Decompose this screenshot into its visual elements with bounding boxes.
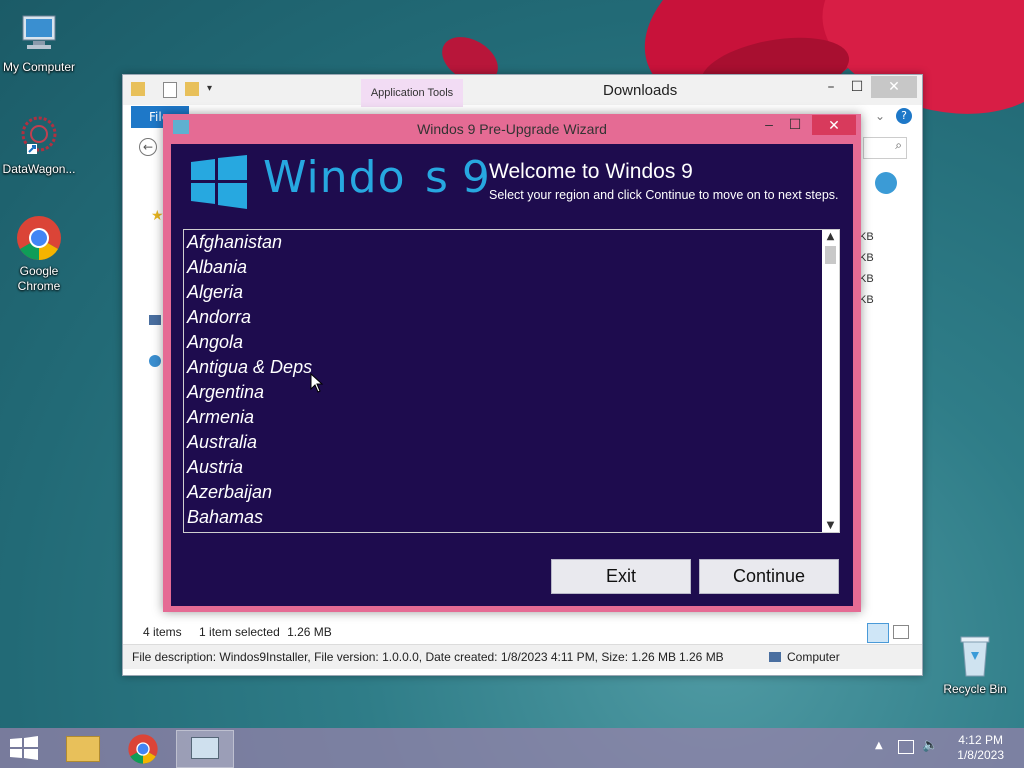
favorites-star-icon: ★ <box>151 208 164 224</box>
installer-icon <box>191 737 219 759</box>
datawagon-icon <box>15 112 63 160</box>
start-button[interactable] <box>10 736 38 763</box>
selection-status: 1 item selected <box>199 625 280 639</box>
status-bar: 4 items 1 item selected 1.26 MB <box>143 625 332 639</box>
region-listbox[interactable]: Afghanistan Albania Algeria Andorra Ango… <box>183 229 840 533</box>
maximize-button[interactable]: ☐ <box>842 76 872 98</box>
taskbar-file-explorer[interactable] <box>54 730 110 766</box>
file-description: File description: Windos9Installer, File… <box>132 650 677 664</box>
explorer-title-bar[interactable]: ▾ Application Tools Downloads – ☐ ✕ <box>123 75 922 107</box>
file-size: KB <box>859 273 874 285</box>
taskbar-clock[interactable]: 4:12 PM 1/8/2023 <box>957 733 1004 763</box>
clock-time: 4:12 PM <box>958 733 1003 747</box>
taskbar-chrome[interactable] <box>115 730 171 766</box>
chrome-icon <box>15 214 63 262</box>
logo-version: s 9 <box>425 152 490 203</box>
network-icon[interactable] <box>898 740 914 754</box>
desktop-icon-label: DataWagon... <box>2 162 76 176</box>
scroll-thumb[interactable] <box>825 246 836 264</box>
clock-date: 1/8/2023 <box>957 748 1004 762</box>
explorer-title: Downloads <box>603 82 678 99</box>
list-item[interactable]: Antigua & Deps <box>184 355 839 380</box>
taskbar-wizard-app[interactable] <box>176 730 234 768</box>
computer-icon <box>769 652 781 662</box>
maximize-button[interactable]: ☐ <box>785 116 805 133</box>
wizard-title-bar[interactable]: Windos 9 Pre-Upgrade Wizard – ☐ ✕ <box>163 114 861 142</box>
details-view-icon[interactable] <box>867 623 889 643</box>
list-item[interactable]: Albania <box>184 255 839 280</box>
list-item[interactable]: Bahamas <box>184 505 839 530</box>
list-item[interactable]: Australia <box>184 430 839 455</box>
back-icon[interactable]: ← <box>139 138 157 156</box>
desktop-icon-google-chrome[interactable]: Google Chrome <box>1 214 77 294</box>
file-size: KB <box>859 294 874 306</box>
search-icon[interactable]: ⌕ <box>863 137 907 159</box>
desktop-icon-label: Recycle Bin <box>943 682 1007 696</box>
continue-button[interactable]: Continue <box>699 559 839 594</box>
list-item[interactable]: Andorra <box>184 305 839 330</box>
close-button[interactable]: ✕ <box>871 76 917 98</box>
list-item[interactable]: Azerbaijan <box>184 480 839 505</box>
scroll-up-icon[interactable]: ▲ <box>822 231 839 242</box>
show-hidden-icons[interactable]: ▲ <box>875 740 883 751</box>
scroll-down-icon[interactable]: ▼ <box>822 520 839 531</box>
wizard-subheading: Select your region and click Continue to… <box>489 188 839 202</box>
help-icon[interactable]: ? <box>896 108 912 124</box>
properties-icon[interactable] <box>163 82 177 98</box>
chrome-icon <box>128 734 158 764</box>
folder-icon <box>131 82 145 96</box>
list-item[interactable]: Afghanistan <box>184 230 839 255</box>
logo-wordmark: Windo <box>263 152 406 203</box>
wizard-heading: Welcome to Windos 9 <box>489 160 693 183</box>
recycle-bin-icon <box>951 632 999 680</box>
folder-icon <box>66 736 100 762</box>
computer-nav-icon[interactable] <box>149 315 161 325</box>
selection-size: 1.26 MB <box>287 625 332 639</box>
mouse-cursor-icon <box>310 372 324 396</box>
desktop-icon-my-computer[interactable]: My Computer <box>1 10 77 75</box>
item-count: 4 items <box>143 625 182 639</box>
file-size: KB <box>859 231 874 243</box>
list-item[interactable]: Argentina <box>184 380 839 405</box>
ribbon-expand-icon[interactable]: ⌄ <box>875 109 885 123</box>
wizard-title: Windos 9 Pre-Upgrade Wizard <box>417 121 607 137</box>
details-bar: File description: Windos9Installer, File… <box>123 644 922 669</box>
tab-application-tools[interactable]: Application Tools <box>361 79 463 107</box>
details-size: 1.26 MB <box>679 650 724 664</box>
taskbar: ▲ 🔈 4:12 PM 1/8/2023 <box>0 728 1024 768</box>
exit-button[interactable]: Exit <box>551 559 691 594</box>
desktop-icon-recycle-bin[interactable]: Recycle Bin <box>937 632 1013 697</box>
computer-icon <box>15 10 63 58</box>
desktop-icon-label: My Computer <box>2 60 76 74</box>
quick-access-dropdown-icon[interactable]: ▾ <box>207 83 212 94</box>
desktop-icon-datawagon[interactable]: DataWagon... <box>1 112 77 177</box>
volume-icon[interactable]: 🔈 <box>922 738 938 753</box>
globe-icon[interactable] <box>875 172 897 194</box>
network-nav-icon[interactable] <box>149 355 161 367</box>
list-item[interactable]: Austria <box>184 455 839 480</box>
list-scrollbar[interactable]: ▲ ▼ <box>822 230 839 532</box>
windows-start-icon <box>10 736 38 760</box>
list-item[interactable]: Armenia <box>184 405 839 430</box>
close-button[interactable]: ✕ <box>812 115 856 135</box>
windows-logo-icon <box>191 155 247 212</box>
list-item[interactable]: Angola <box>184 330 839 355</box>
file-size: KB <box>859 252 874 264</box>
list-item[interactable]: Algeria <box>184 280 839 305</box>
upgrade-wizard-window[interactable]: Windos 9 Pre-Upgrade Wizard – ☐ ✕ Windo … <box>163 114 861 612</box>
large-icons-view-icon[interactable] <box>893 625 909 639</box>
details-location: Computer <box>787 650 840 664</box>
wizard-content: Windo s 9 Welcome to Windos 9 Select you… <box>171 144 853 606</box>
desktop-icon-label: Google Chrome <box>17 264 61 293</box>
region-list: Afghanistan Albania Algeria Andorra Ango… <box>184 230 839 530</box>
new-folder-icon[interactable] <box>185 82 199 96</box>
minimize-button[interactable]: – <box>759 116 779 132</box>
